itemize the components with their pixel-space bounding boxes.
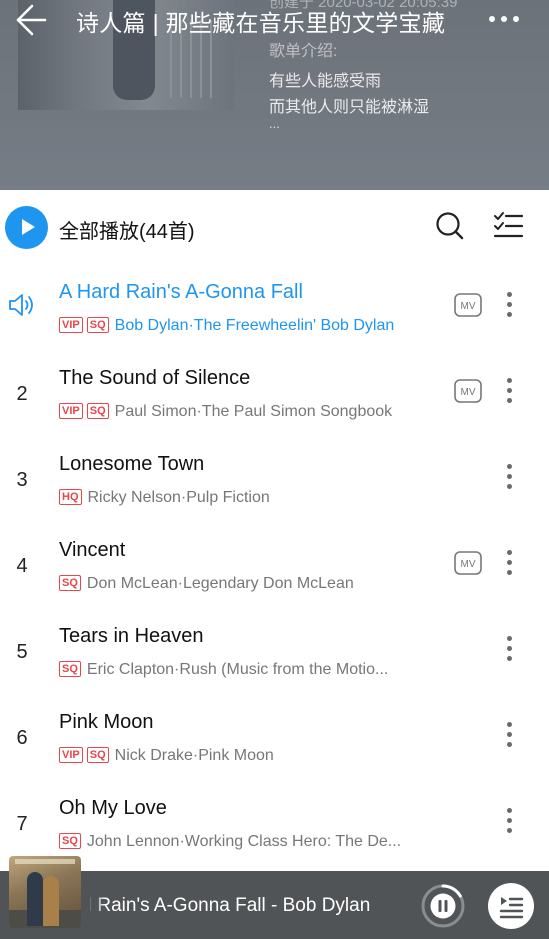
song-number: 2 bbox=[16, 383, 28, 405]
search-button[interactable] bbox=[434, 210, 466, 242]
song-artist-album: Ricky Nelson·Pulp Fiction bbox=[87, 489, 270, 506]
song-meta: VIP SQ Bob Dylan·The Freewheelin' Bob Dyla… bbox=[59, 317, 431, 339]
speaker-playing-icon bbox=[7, 290, 37, 320]
song-artist-album: Eric Clapton·Rush (Music from the Motio.… bbox=[86, 661, 389, 678]
svg-text:MV: MV bbox=[461, 301, 476, 312]
song-meta: VIP SQ Paul Simon·The Paul Simon Songbook bbox=[59, 403, 431, 425]
song-meta: SQ Eric Clapton·Rush (Music from the Moti… bbox=[59, 661, 431, 683]
more-options-button[interactable] bbox=[486, 6, 522, 32]
song-menu-button[interactable] bbox=[498, 290, 522, 320]
mv-icon: MV bbox=[454, 379, 482, 403]
song-artist-album: Paul Simon·The Paul Simon Songbook bbox=[114, 403, 393, 420]
song-menu-button[interactable] bbox=[498, 548, 522, 578]
mv-icon: MV bbox=[454, 293, 482, 317]
playlist-queue-button[interactable] bbox=[488, 883, 534, 929]
song-row[interactable]: 3 Lonesome Town HQ Ricky Nelson·Pulp Fict… bbox=[0, 436, 549, 522]
sq-badge: SQ bbox=[86, 403, 109, 419]
song-number: 5 bbox=[16, 641, 28, 663]
song-menu-button[interactable] bbox=[498, 806, 522, 836]
svg-text:MV: MV bbox=[461, 559, 476, 570]
song-artist-album: John Lennon·Working Class Hero: The De..… bbox=[86, 833, 402, 850]
search-icon bbox=[436, 212, 464, 240]
song-row[interactable]: 2 The Sound of Silence VIP SQ Paul Simon·T… bbox=[0, 350, 549, 436]
back-button[interactable] bbox=[12, 2, 48, 38]
back-arrow-icon bbox=[16, 4, 47, 36]
song-row[interactable]: 7 Oh My Love SQ John Lennon·Working Class… bbox=[0, 780, 549, 866]
pause-icon bbox=[421, 884, 465, 928]
song-row[interactable]: 5 Tears in Heaven SQ Eric Clapton·Rush (M… bbox=[0, 608, 549, 694]
song-number: 7 bbox=[16, 813, 28, 835]
mini-player-track-info[interactable]: A Hard Rain's A-Gonna Fall - Bob Dylan bbox=[90, 895, 390, 921]
sq-badge: SQ bbox=[59, 661, 81, 677]
mv-button[interactable]: MV bbox=[454, 379, 482, 403]
playlist-description-line[interactable]: 而其他人则只能被淋湿 bbox=[269, 93, 429, 117]
playlist-description-more[interactable]: ... bbox=[269, 116, 280, 131]
song-title: The Sound of Silence bbox=[59, 367, 251, 389]
song-number: 6 bbox=[16, 727, 28, 749]
song-title: Pink Moon bbox=[59, 711, 154, 733]
song-number: 4 bbox=[16, 555, 28, 577]
mv-icon: MV bbox=[454, 551, 482, 575]
now-playing-text: A Hard Rain's A-Gonna Fall - Bob Dylan bbox=[90, 895, 371, 916]
song-title: Tears in Heaven bbox=[59, 625, 204, 647]
song-row[interactable]: A Hard Rain's A-Gonna Fall VIP SQ Bob Dyla… bbox=[0, 264, 549, 350]
song-menu-button[interactable] bbox=[498, 720, 522, 750]
mini-player-album-cover[interactable] bbox=[9, 856, 81, 928]
playlist-icon bbox=[499, 897, 524, 919]
mv-button[interactable]: MV bbox=[454, 293, 482, 317]
song-meta: SQ John Lennon·Working Class Hero: The De… bbox=[59, 833, 431, 855]
song-artist-album: Bob Dylan·The Freewheelin' Bob Dylan bbox=[114, 317, 395, 334]
svg-text:MV: MV bbox=[461, 387, 476, 398]
play-all-bar: 全部播放(44首) bbox=[0, 190, 549, 264]
song-title: Oh My Love bbox=[59, 797, 167, 819]
sq-badge: SQ bbox=[86, 317, 109, 333]
song-title: Lonesome Town bbox=[59, 453, 205, 475]
hq-badge: HQ bbox=[59, 489, 82, 505]
playlist-description-line[interactable]: 有些人能感受雨 bbox=[269, 67, 381, 91]
song-title: A Hard Rain's A-Gonna Fall bbox=[59, 281, 303, 303]
song-row[interactable]: 4 Vincent SQ Don McLean·Legendary Don McL… bbox=[0, 522, 549, 608]
vip-badge: VIP bbox=[59, 403, 83, 419]
sq-badge: SQ bbox=[59, 833, 81, 849]
playlist-description-label: 歌单介绍: bbox=[269, 43, 338, 60]
play-icon bbox=[22, 219, 35, 235]
pause-button[interactable] bbox=[420, 883, 466, 929]
song-artist-album: Nick Drake·Pink Moon bbox=[114, 747, 274, 764]
song-number: 3 bbox=[16, 469, 28, 491]
song-meta: SQ Don McLean·Legendary Don McLean bbox=[59, 575, 431, 597]
sq-badge: SQ bbox=[59, 575, 81, 591]
playlist-header: 创建于 2020-03-02 20:05:39 诗人篇 | 那些藏在音乐里的文学… bbox=[0, 0, 549, 190]
vip-badge: VIP bbox=[59, 317, 83, 333]
song-meta: VIP SQ Nick Drake·Pink Moon bbox=[59, 747, 431, 769]
song-artist-album: Don McLean·Legendary Don McLean bbox=[86, 575, 354, 592]
mv-button[interactable]: MV bbox=[454, 551, 482, 575]
play-all-button[interactable] bbox=[5, 206, 48, 249]
song-meta: HQ Ricky Nelson·Pulp Fiction bbox=[59, 489, 431, 511]
multiselect-list-icon bbox=[493, 212, 524, 238]
page-title: 诗人篇 | 那些藏在音乐里的文学宝藏 bbox=[76, 10, 446, 36]
multiselect-button[interactable] bbox=[492, 210, 524, 242]
song-menu-button[interactable] bbox=[498, 376, 522, 406]
song-menu-button[interactable] bbox=[498, 462, 522, 492]
sq-badge: SQ bbox=[86, 747, 109, 763]
vip-badge: VIP bbox=[59, 747, 83, 763]
mini-player-bar[interactable]: A Hard Rain's A-Gonna Fall - Bob Dylan bbox=[0, 856, 549, 939]
play-all-label[interactable]: 全部播放(44首) bbox=[59, 215, 195, 244]
more-dots-icon bbox=[489, 16, 519, 22]
song-menu-button[interactable] bbox=[498, 634, 522, 664]
song-row[interactable]: 6 Pink Moon VIP SQ Nick Drake·Pink Moon bbox=[0, 694, 549, 780]
song-title: Vincent bbox=[59, 539, 126, 561]
